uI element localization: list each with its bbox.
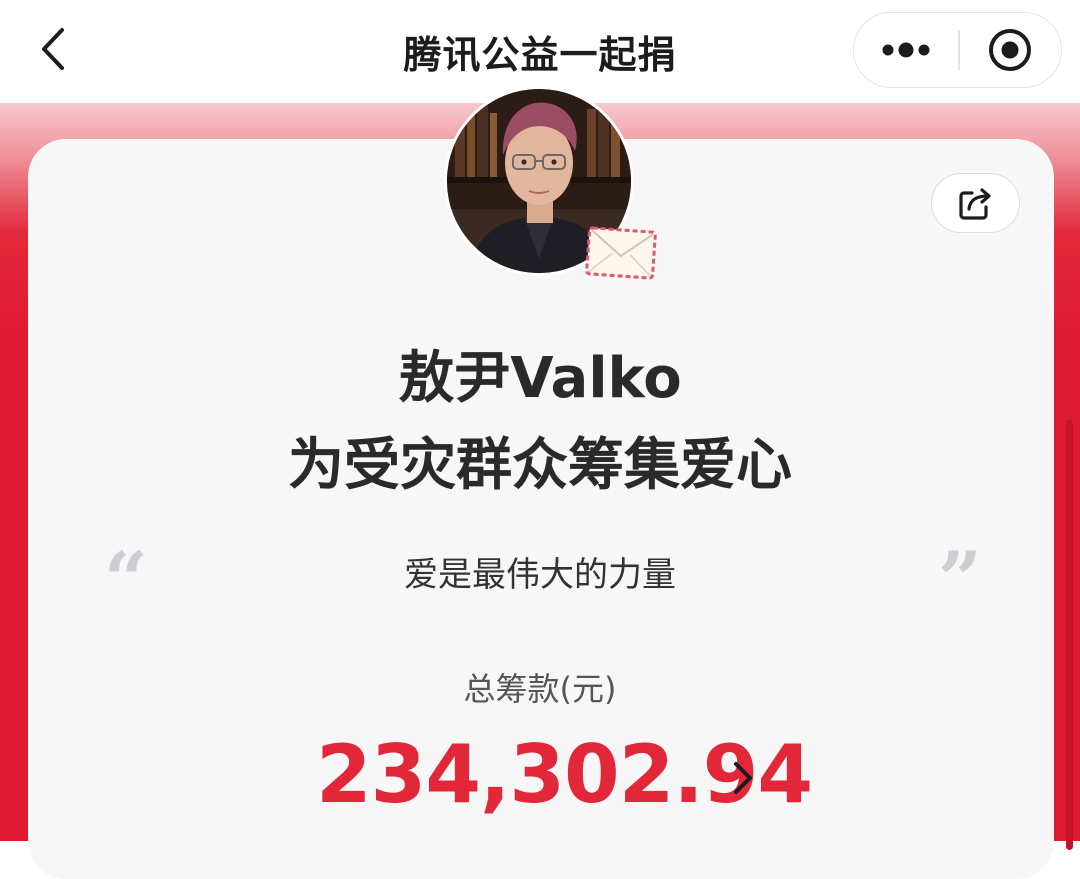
share-button[interactable] <box>931 173 1020 233</box>
fundraiser-motto: 爱是最伟大的力量 <box>404 555 676 595</box>
total-raised-label: 总筹款(元) <box>463 670 617 708</box>
share-icon <box>959 188 991 220</box>
close-quote-icon: ” <box>938 535 982 624</box>
close-mini-program-button[interactable] <box>960 13 1060 86</box>
envelope-icon <box>585 226 657 280</box>
scrollbar[interactable] <box>1066 420 1073 850</box>
more-button[interactable] <box>854 13 958 86</box>
target-close-icon <box>989 29 1031 71</box>
fundraiser-subtitle: 为受灾群众筹集爱心 <box>288 433 792 498</box>
chevron-right-icon[interactable] <box>728 760 758 796</box>
fundraiser-name: 敖尹Valko <box>398 346 682 411</box>
mini-program-capsule <box>853 12 1062 88</box>
more-dots-icon <box>882 42 930 58</box>
